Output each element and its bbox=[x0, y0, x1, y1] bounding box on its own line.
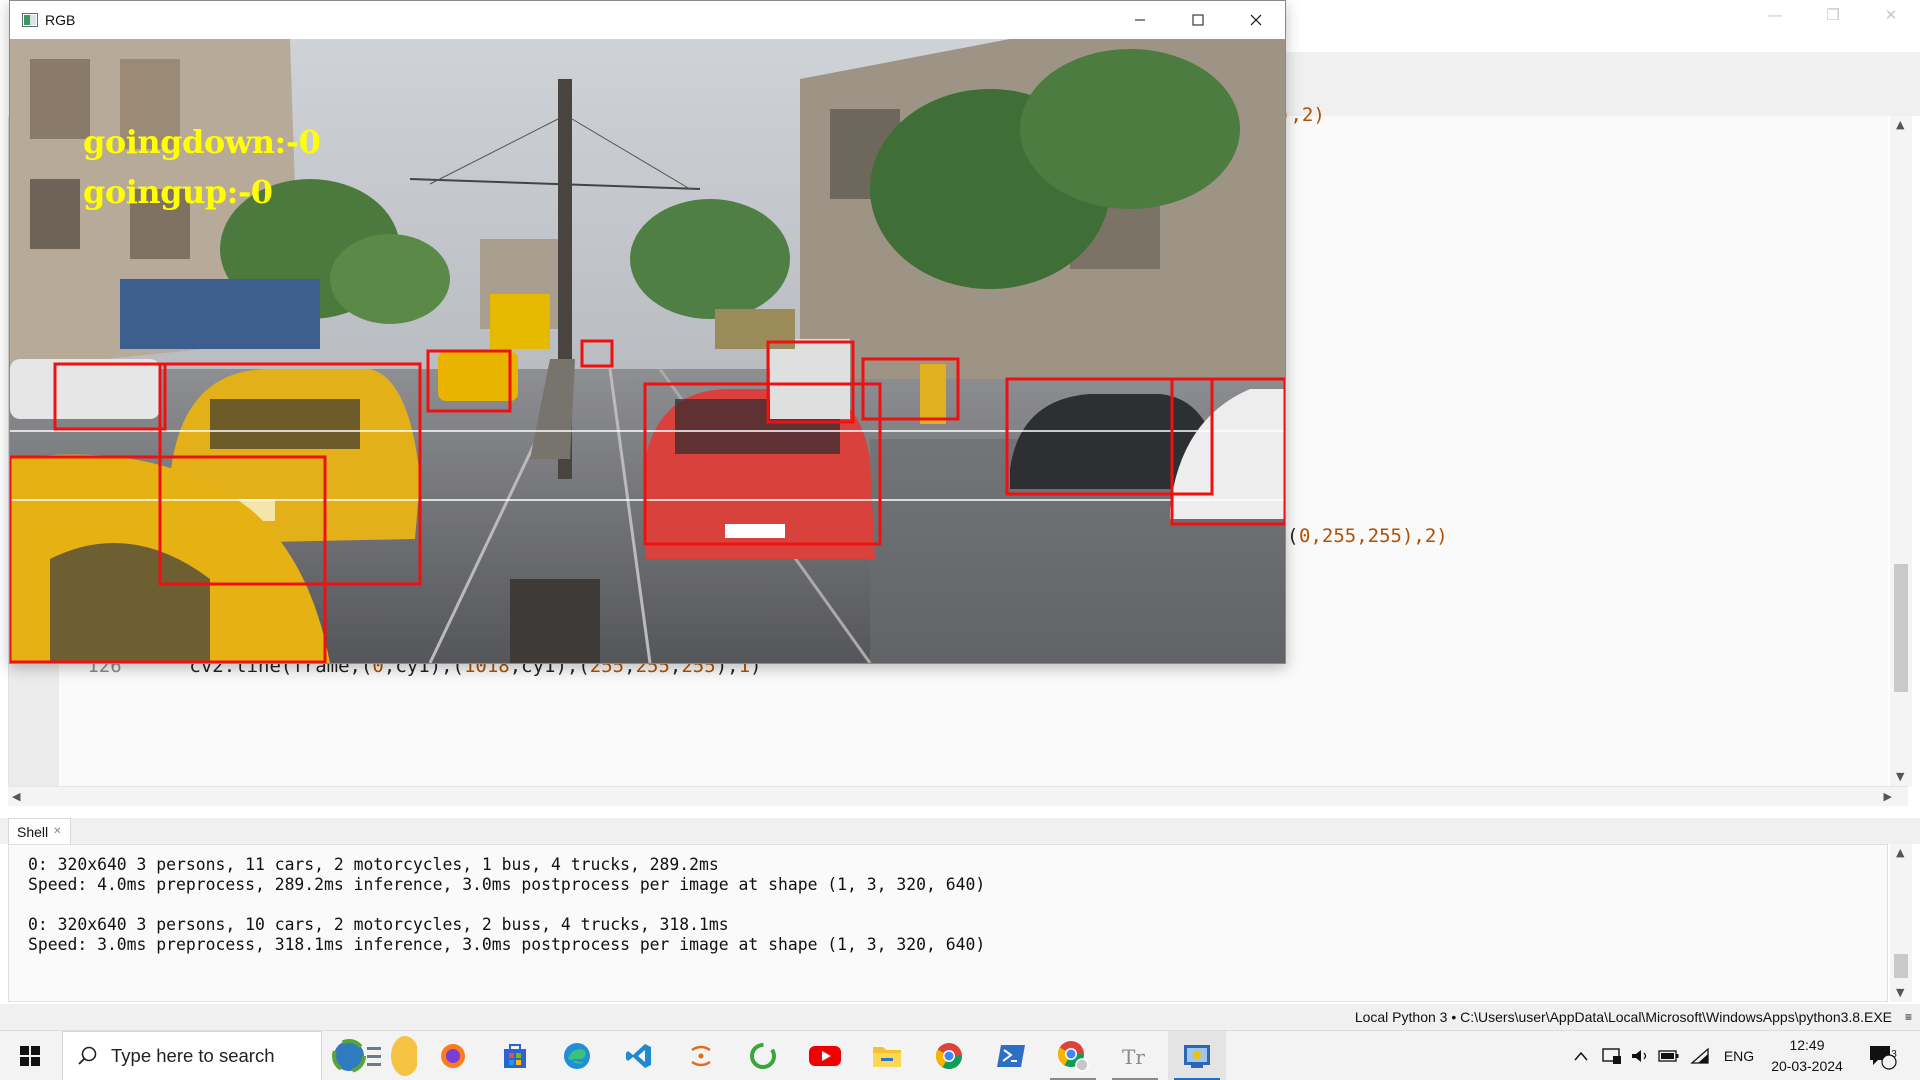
going-up-counter: goingup:-0 bbox=[83, 173, 273, 211]
taskbar-file-explorer[interactable] bbox=[858, 1031, 916, 1080]
clock-date: 20-03-2024 bbox=[1771, 1058, 1843, 1074]
close-icon bbox=[1250, 14, 1262, 26]
wifi-icon bbox=[1690, 1047, 1709, 1064]
app-orange-icon bbox=[691, 1045, 711, 1067]
interpreter-status[interactable]: Local Python 3 • C:\Users\user\AppData\L… bbox=[1355, 1004, 1892, 1030]
ide-caption-buttons: — ❐ ✕ bbox=[1746, 0, 1920, 30]
scrollbar-thumb[interactable] bbox=[1894, 954, 1908, 978]
chrome-profile-icon bbox=[1057, 1041, 1089, 1072]
taskbar-chrome[interactable] bbox=[920, 1031, 978, 1080]
display-shield-icon bbox=[1602, 1048, 1621, 1064]
taskbar-typora[interactable]: Tr bbox=[1106, 1031, 1164, 1080]
news-weather-icon bbox=[332, 1036, 417, 1076]
start-button[interactable] bbox=[0, 1031, 60, 1080]
store-icon bbox=[504, 1044, 526, 1068]
going-down-counter: goingdown:-0 bbox=[83, 123, 321, 161]
maximize-button[interactable] bbox=[1169, 1, 1227, 39]
clock[interactable]: 12:49 20-03-2024 bbox=[1762, 1035, 1852, 1077]
shell-tab-bar: Shell ✕ bbox=[0, 818, 1920, 844]
input-language-button[interactable]: ENG bbox=[1720, 1031, 1758, 1080]
windows-taskbar: Type here to search Tr ENG 12:49 20-03-2… bbox=[0, 1030, 1920, 1080]
code-line-122-visible-tail: 0,255,255),2) bbox=[1299, 525, 1448, 547]
status-bar: Local Python 3 • C:\Users\user\AppData\L… bbox=[0, 1004, 1920, 1030]
battery-icon bbox=[1658, 1050, 1679, 1062]
rgb-window-titlebar[interactable]: RGB bbox=[10, 1, 1285, 39]
folder-icon bbox=[873, 1047, 901, 1067]
taskbar-microsoft-store[interactable] bbox=[486, 1031, 544, 1080]
minimize-button[interactable] bbox=[1111, 1, 1169, 39]
taskbar-news-widget[interactable] bbox=[322, 1031, 422, 1080]
taskbar-chrome-profile[interactable] bbox=[1044, 1031, 1102, 1080]
status-menu-icon[interactable]: ≡ bbox=[1905, 1004, 1912, 1030]
wifi-button[interactable] bbox=[1686, 1031, 1714, 1080]
powershell-icon bbox=[997, 1045, 1025, 1067]
ide-restore-button[interactable]: ❐ bbox=[1804, 0, 1862, 30]
scroll-right-arrow-icon[interactable]: ▶ bbox=[1884, 790, 1892, 803]
video-frame: goingdown:-0 goingup:-0 bbox=[10, 39, 1285, 663]
minimize-icon bbox=[1135, 19, 1145, 21]
scroll-left-arrow-icon[interactable]: ◀ bbox=[12, 790, 20, 803]
notification-count-badge: 3 bbox=[1891, 1049, 1897, 1060]
maximize-icon bbox=[1192, 14, 1204, 26]
tab-shell-label: Shell bbox=[17, 823, 49, 840]
taskbar-edge[interactable] bbox=[548, 1031, 606, 1080]
green-ring-icon bbox=[750, 1043, 776, 1069]
editor-vertical-scrollbar[interactable]: ▲ ▼ bbox=[1890, 116, 1912, 786]
thonny-icon bbox=[1184, 1045, 1210, 1068]
battery-button[interactable] bbox=[1654, 1031, 1684, 1080]
taskbar-firefox[interactable] bbox=[424, 1031, 482, 1080]
scroll-down-arrow-icon[interactable]: ▼ bbox=[1896, 986, 1904, 999]
notification-center-button[interactable]: 3 bbox=[1862, 1031, 1902, 1080]
python-shell[interactable]: 0: 320x640 3 persons, 11 cars, 2 motorcy… bbox=[8, 844, 1888, 1002]
windows-logo-icon bbox=[20, 1046, 40, 1066]
window-title: RGB bbox=[45, 12, 76, 28]
ide-close-button[interactable]: ✕ bbox=[1862, 0, 1920, 30]
editor-horizontal-scrollbar[interactable]: ◀ ▶ bbox=[8, 786, 1908, 806]
firefox-icon bbox=[441, 1044, 465, 1068]
search-icon bbox=[78, 1046, 97, 1065]
taskbar-thonny[interactable] bbox=[1168, 1031, 1226, 1080]
close-tab-icon[interactable]: ✕ bbox=[53, 819, 61, 845]
vscode-icon bbox=[626, 1044, 651, 1068]
clock-time: 12:49 bbox=[1789, 1037, 1825, 1053]
tray-security-icon-button[interactable] bbox=[1598, 1031, 1626, 1080]
shell-output-line: 0: 320x640 3 persons, 11 cars, 2 motorcy… bbox=[28, 855, 719, 874]
typora-icon: Tr bbox=[1122, 1045, 1145, 1069]
shell-output-line: Speed: 4.0ms preprocess, 289.2ms inferen… bbox=[28, 875, 986, 894]
youtube-icon bbox=[809, 1046, 841, 1066]
taskbar-search-box[interactable]: Type here to search bbox=[62, 1031, 322, 1080]
search-placeholder: Type here to search bbox=[111, 1045, 275, 1066]
svg-text:Tr: Tr bbox=[1122, 1045, 1145, 1069]
chrome-icon bbox=[935, 1043, 963, 1070]
speaker-icon bbox=[1632, 1050, 1647, 1062]
shell-output-line: 0: 320x640 3 persons, 10 cars, 2 motorcy… bbox=[28, 915, 729, 934]
rgb-video-window[interactable]: RGB goingdown:-0 goingup:-0 bbox=[9, 0, 1286, 664]
taskbar-app-green-ring[interactable] bbox=[734, 1031, 792, 1080]
chevron-up-icon bbox=[1574, 1051, 1588, 1061]
shell-vertical-scrollbar[interactable]: ▲ ▼ bbox=[1890, 844, 1912, 1002]
taskbar-app-orange[interactable] bbox=[672, 1031, 730, 1080]
taskbar-powershell[interactable] bbox=[982, 1031, 1040, 1080]
taskbar-vscode[interactable] bbox=[610, 1031, 668, 1080]
volume-button[interactable] bbox=[1626, 1031, 1654, 1080]
scroll-down-arrow-icon[interactable]: ▼ bbox=[1896, 770, 1904, 783]
ide-minimize-button[interactable]: — bbox=[1746, 0, 1804, 30]
scrollbar-thumb[interactable] bbox=[1894, 564, 1908, 692]
show-hidden-icons-button[interactable] bbox=[1568, 1031, 1594, 1080]
code-line-122-visible-paren: ( bbox=[1287, 525, 1299, 547]
close-button[interactable] bbox=[1227, 1, 1285, 39]
edge-icon bbox=[564, 1043, 590, 1069]
scroll-up-arrow-icon[interactable]: ▲ bbox=[1896, 846, 1904, 859]
window-app-icon bbox=[22, 13, 38, 27]
ide-toolbar-area bbox=[1285, 52, 1920, 116]
scroll-up-arrow-icon[interactable]: ▲ bbox=[1896, 118, 1904, 131]
tab-shell[interactable]: Shell ✕ bbox=[8, 818, 71, 844]
taskbar-youtube[interactable] bbox=[796, 1031, 854, 1080]
shell-output-line: Speed: 3.0ms preprocess, 318.1ms inferen… bbox=[28, 935, 986, 954]
